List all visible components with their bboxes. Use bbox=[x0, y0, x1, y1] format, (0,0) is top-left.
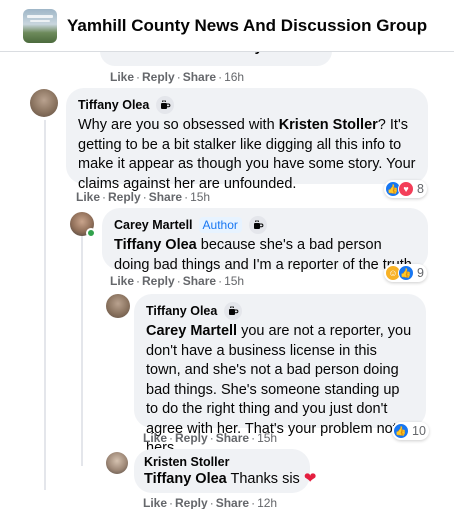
comment-author[interactable]: Kristen Stoller bbox=[144, 455, 229, 469]
comment-timestamp[interactable]: 16h bbox=[224, 70, 244, 84]
comment-text: Tiffany Olea because she's a bad person … bbox=[114, 237, 412, 273]
reaction-summary[interactable]: 👍 ♥ 8 bbox=[384, 180, 427, 198]
like-link[interactable]: Like bbox=[76, 190, 100, 204]
like-link[interactable]: Like bbox=[110, 274, 134, 288]
reaction-summary[interactable]: 👍 10 bbox=[392, 422, 429, 440]
comment-bubble: Tiffany Olea Carey Martell you are not a… bbox=[134, 294, 426, 456]
reply-link[interactable]: Reply bbox=[142, 70, 175, 84]
group-thumbnail[interactable] bbox=[23, 9, 57, 43]
mention-link[interactable]: Kristen Stoller bbox=[279, 117, 378, 133]
like-link[interactable]: Like bbox=[143, 496, 167, 509]
coffee-cup-icon bbox=[248, 216, 267, 234]
online-status-indicator bbox=[86, 228, 96, 238]
comment-timestamp[interactable]: 12h bbox=[257, 496, 277, 509]
share-link[interactable]: Share bbox=[216, 431, 249, 445]
reaction-count: 8 bbox=[417, 182, 424, 196]
comment-actions: Like · Reply · Share · 15h bbox=[76, 190, 211, 204]
share-link[interactable]: Share bbox=[183, 274, 216, 288]
mention-link[interactable]: Tiffany Olea bbox=[144, 471, 227, 487]
reply-link[interactable]: Reply bbox=[108, 190, 141, 204]
comment-actions: Like · Reply · Share · 16h bbox=[110, 70, 245, 84]
coffee-cup-icon bbox=[156, 96, 175, 114]
reaction-count: 10 bbox=[412, 424, 426, 438]
thread-line bbox=[81, 236, 83, 466]
comment-author[interactable]: Carey Martell bbox=[114, 218, 193, 232]
group-header: Yamhill County News And Discussion Group bbox=[0, 0, 454, 52]
comment-bubble: Kristen Stoller Tiffany Olea Thanks sis … bbox=[134, 449, 317, 493]
thread-line bbox=[44, 120, 46, 490]
reaction-summary[interactable]: ☺ 👍 9 bbox=[384, 264, 427, 282]
comment-timestamp[interactable]: 15h bbox=[190, 190, 210, 204]
avatar[interactable] bbox=[106, 452, 128, 474]
like-link[interactable]: Like bbox=[143, 431, 167, 445]
reply-link[interactable]: Reply bbox=[142, 274, 175, 288]
reaction-count: 9 bbox=[417, 266, 424, 280]
share-link[interactable]: Share bbox=[183, 70, 216, 84]
reply-link[interactable]: Reply bbox=[175, 496, 208, 509]
group-title[interactable]: Yamhill County News And Discussion Group bbox=[67, 16, 427, 36]
heart-emoji: ❤ bbox=[303, 470, 317, 487]
comment-text: Why are you so obsessed with Kristen Sto… bbox=[78, 117, 416, 192]
author-badge: Author bbox=[198, 217, 242, 233]
comment-actions: Like · Reply · Share · 15h bbox=[110, 274, 245, 288]
coffee-cup-icon bbox=[224, 302, 243, 320]
comment-timestamp[interactable]: 15h bbox=[257, 431, 277, 445]
share-link[interactable]: Share bbox=[216, 496, 249, 509]
comment-text: Tiffany Olea Thanks sis ❤ bbox=[144, 470, 317, 487]
mention-link[interactable]: Tiffany Olea bbox=[114, 237, 197, 253]
comment-author[interactable]: Tiffany Olea bbox=[78, 98, 149, 112]
comment-actions: Like · Reply · Share · 12h bbox=[143, 496, 278, 509]
comment-bubble: Tiffany Olea Why are you so obsessed wit… bbox=[66, 88, 428, 192]
comment-timestamp[interactable]: 15h bbox=[224, 274, 244, 288]
like-link[interactable]: Like bbox=[110, 70, 134, 84]
comment-bubble: Carey Martell Author Tiffany Olea becaus… bbox=[102, 208, 428, 273]
comment-actions: Like · Reply · Share · 15h bbox=[143, 431, 278, 445]
avatar[interactable] bbox=[30, 89, 58, 117]
comment-author[interactable]: Tiffany Olea bbox=[146, 304, 217, 318]
share-link[interactable]: Share bbox=[149, 190, 182, 204]
like-reaction-icon: 👍 bbox=[398, 265, 414, 281]
comment-thread-page: Yamhill County News And Discussion Group… bbox=[0, 0, 454, 509]
like-reaction-icon: 👍 bbox=[393, 423, 409, 439]
love-reaction-icon: ♥ bbox=[398, 181, 414, 197]
mention-link[interactable]: Carey Martell bbox=[146, 323, 237, 339]
avatar[interactable] bbox=[106, 294, 130, 318]
reply-link[interactable]: Reply bbox=[175, 431, 208, 445]
